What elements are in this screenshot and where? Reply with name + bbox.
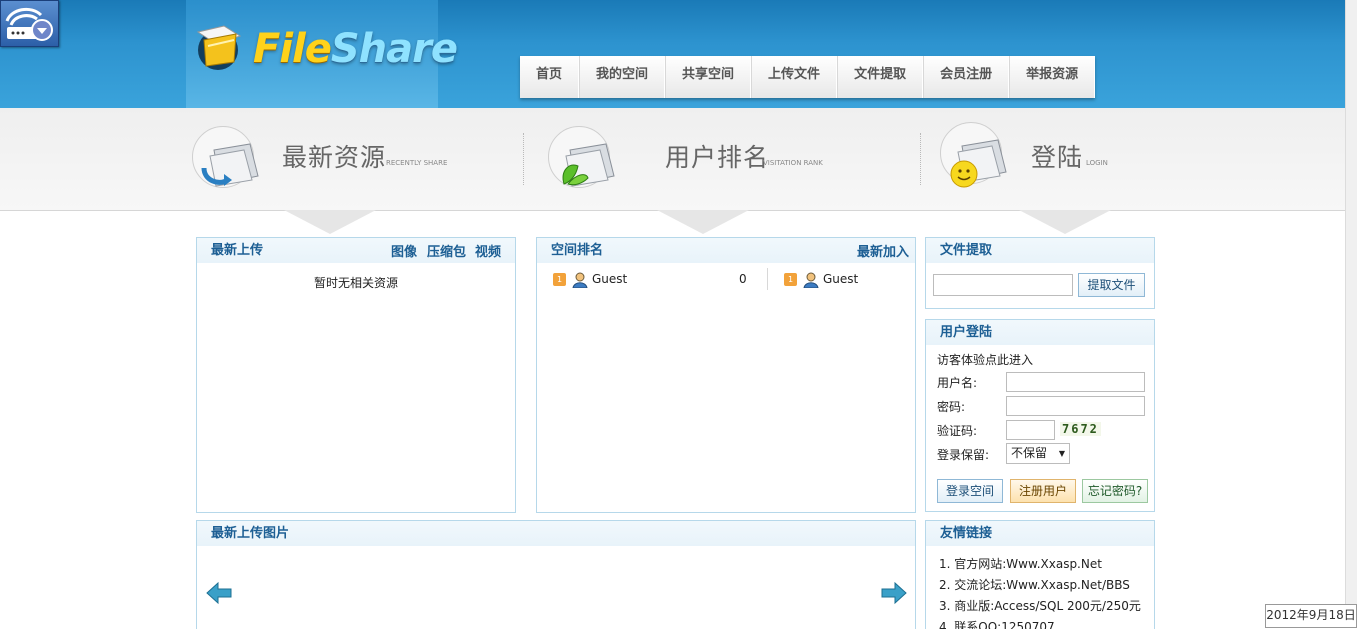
arrow-right-icon[interactable] — [881, 581, 907, 608]
register-button[interactable]: 注册用户 — [1010, 479, 1076, 503]
folder-leaf-icon — [556, 138, 620, 195]
file-extract-panel: 文件提取 提取文件 — [925, 237, 1155, 309]
captcha-image[interactable]: 7672 — [1060, 422, 1101, 436]
filter-archives-link[interactable]: 压缩包 — [427, 241, 466, 260]
ranking-panel: 空间排名 最新加入 1 Guest 0 1 Guest — [536, 237, 916, 513]
friend-link-item[interactable]: 1. 官方网站:Www.Xxasp.Net — [939, 555, 1102, 572]
file-extract-header: 文件提取 — [926, 238, 1154, 263]
login-title: 用户登陆 — [940, 325, 993, 340]
friend-link-item[interactable]: 3. 商业版:Access/SQL 200元/250元 — [939, 597, 1141, 614]
file-extract-title: 文件提取 — [940, 243, 993, 258]
user-icon — [572, 272, 588, 291]
latest-images-header: 最新上传图片 — [197, 521, 915, 546]
rank-user-count: 0 — [739, 272, 747, 286]
desktop-app-icon[interactable] — [0, 0, 59, 47]
latest-uploads-title: 最新上传 — [211, 243, 264, 258]
ranking-title: 空间排名 — [551, 243, 604, 258]
nav-file-extract[interactable]: 文件提取 — [837, 56, 924, 98]
empty-message: 暂时无相关资源 — [313, 276, 398, 290]
rank-badge: 1 — [553, 273, 566, 286]
password-field[interactable] — [1006, 396, 1145, 416]
friend-link-item[interactable]: 4. 联系QQ:1250707 — [939, 618, 1055, 629]
password-label: 密码: — [937, 400, 966, 414]
user-icon — [803, 272, 819, 291]
fileshare-logo-icon[interactable] — [194, 22, 246, 72]
remember-label: 登录保留: — [937, 448, 990, 462]
nav-register[interactable]: 会员注册 — [923, 56, 1010, 98]
band-pointer — [657, 210, 749, 234]
newest-joined-link[interactable]: 最新加入 — [857, 241, 909, 260]
filter-videos-link[interactable]: 视频 — [475, 241, 501, 260]
band-subtitle-login: LOGIN — [1086, 159, 1108, 167]
vertical-scrollbar[interactable] — [1345, 0, 1357, 627]
remember-select-value: 不保留 — [1011, 446, 1048, 460]
friend-links-panel: 友情链接 1. 官方网站:Www.Xxasp.Net 2. 交流论坛:Www.X… — [925, 520, 1155, 629]
nav-home[interactable]: 首页 — [520, 56, 580, 98]
chevron-down-icon: ▼ — [1058, 449, 1065, 458]
nav-my-space[interactable]: 我的空间 — [579, 56, 666, 98]
username-label: 用户名: — [937, 376, 978, 390]
latest-images-title: 最新上传图片 — [211, 526, 290, 541]
nav-upload[interactable]: 上传文件 — [751, 56, 838, 98]
band-title-recent: 最新资源 — [282, 143, 387, 172]
friend-link-item[interactable]: 2. 交流论坛:Www.Xxasp.Net/BBS — [939, 576, 1130, 593]
band-pointer — [284, 210, 376, 234]
fileshare-logo-text[interactable]: FileShare — [253, 26, 458, 72]
band-subtitle-recent: RECENTLY SHARE — [386, 159, 448, 167]
remember-select[interactable]: 不保留 ▼ — [1006, 443, 1070, 464]
captcha-field[interactable] — [1006, 420, 1055, 440]
latest-uploads-panel: 最新上传 图像 压缩包 视频 暂时无相关资源 — [196, 237, 516, 513]
captcha-label: 验证码: — [937, 424, 978, 438]
extract-file-button[interactable]: 提取文件 — [1078, 273, 1145, 297]
band-divider — [523, 133, 524, 185]
login-button[interactable]: 登录空间 — [937, 479, 1003, 503]
band-pointer — [1019, 210, 1111, 234]
file-code-input[interactable] — [933, 274, 1073, 296]
guest-entry-link[interactable]: 访客体验点此进入 — [937, 351, 1033, 368]
username-field[interactable] — [1006, 372, 1145, 392]
column-divider — [767, 268, 768, 290]
login-header: 用户登陆 — [926, 320, 1154, 345]
rank-badge: 1 — [784, 273, 797, 286]
forgot-password-button[interactable]: 忘记密码? — [1082, 479, 1148, 503]
band-title-login: 登陆 — [1031, 143, 1084, 172]
main-nav: 首页 我的空间 共享空间 上传文件 文件提取 会员注册 举报资源 — [520, 56, 1096, 98]
latest-uploads-header: 最新上传 — [197, 238, 515, 263]
friend-links-title: 友情链接 — [940, 526, 993, 541]
login-panel: 用户登陆 访客体验点此进入 用户名: 密码: 验证码: 7672 登录保留: 不… — [925, 319, 1155, 512]
arrow-left-icon[interactable] — [206, 581, 232, 608]
band-divider — [920, 133, 921, 185]
newest-user-name[interactable]: Guest — [823, 272, 858, 286]
folder-refresh-icon — [200, 138, 264, 195]
friend-links-header: 友情链接 — [926, 521, 1154, 546]
band-subtitle-ranking: VISITATION RANK — [763, 159, 823, 167]
nav-report[interactable]: 举报资源 — [1009, 56, 1096, 98]
nav-shared-space[interactable]: 共享空间 — [665, 56, 752, 98]
rank-user-name[interactable]: Guest — [592, 272, 627, 286]
latest-images-panel: 最新上传图片 — [196, 520, 916, 629]
folder-smiley-icon — [948, 134, 1012, 193]
filter-images-link[interactable]: 图像 — [391, 241, 417, 260]
band-title-ranking: 用户排名 — [665, 143, 770, 172]
taskbar-date: 2012年9月18日 — [1265, 604, 1357, 628]
